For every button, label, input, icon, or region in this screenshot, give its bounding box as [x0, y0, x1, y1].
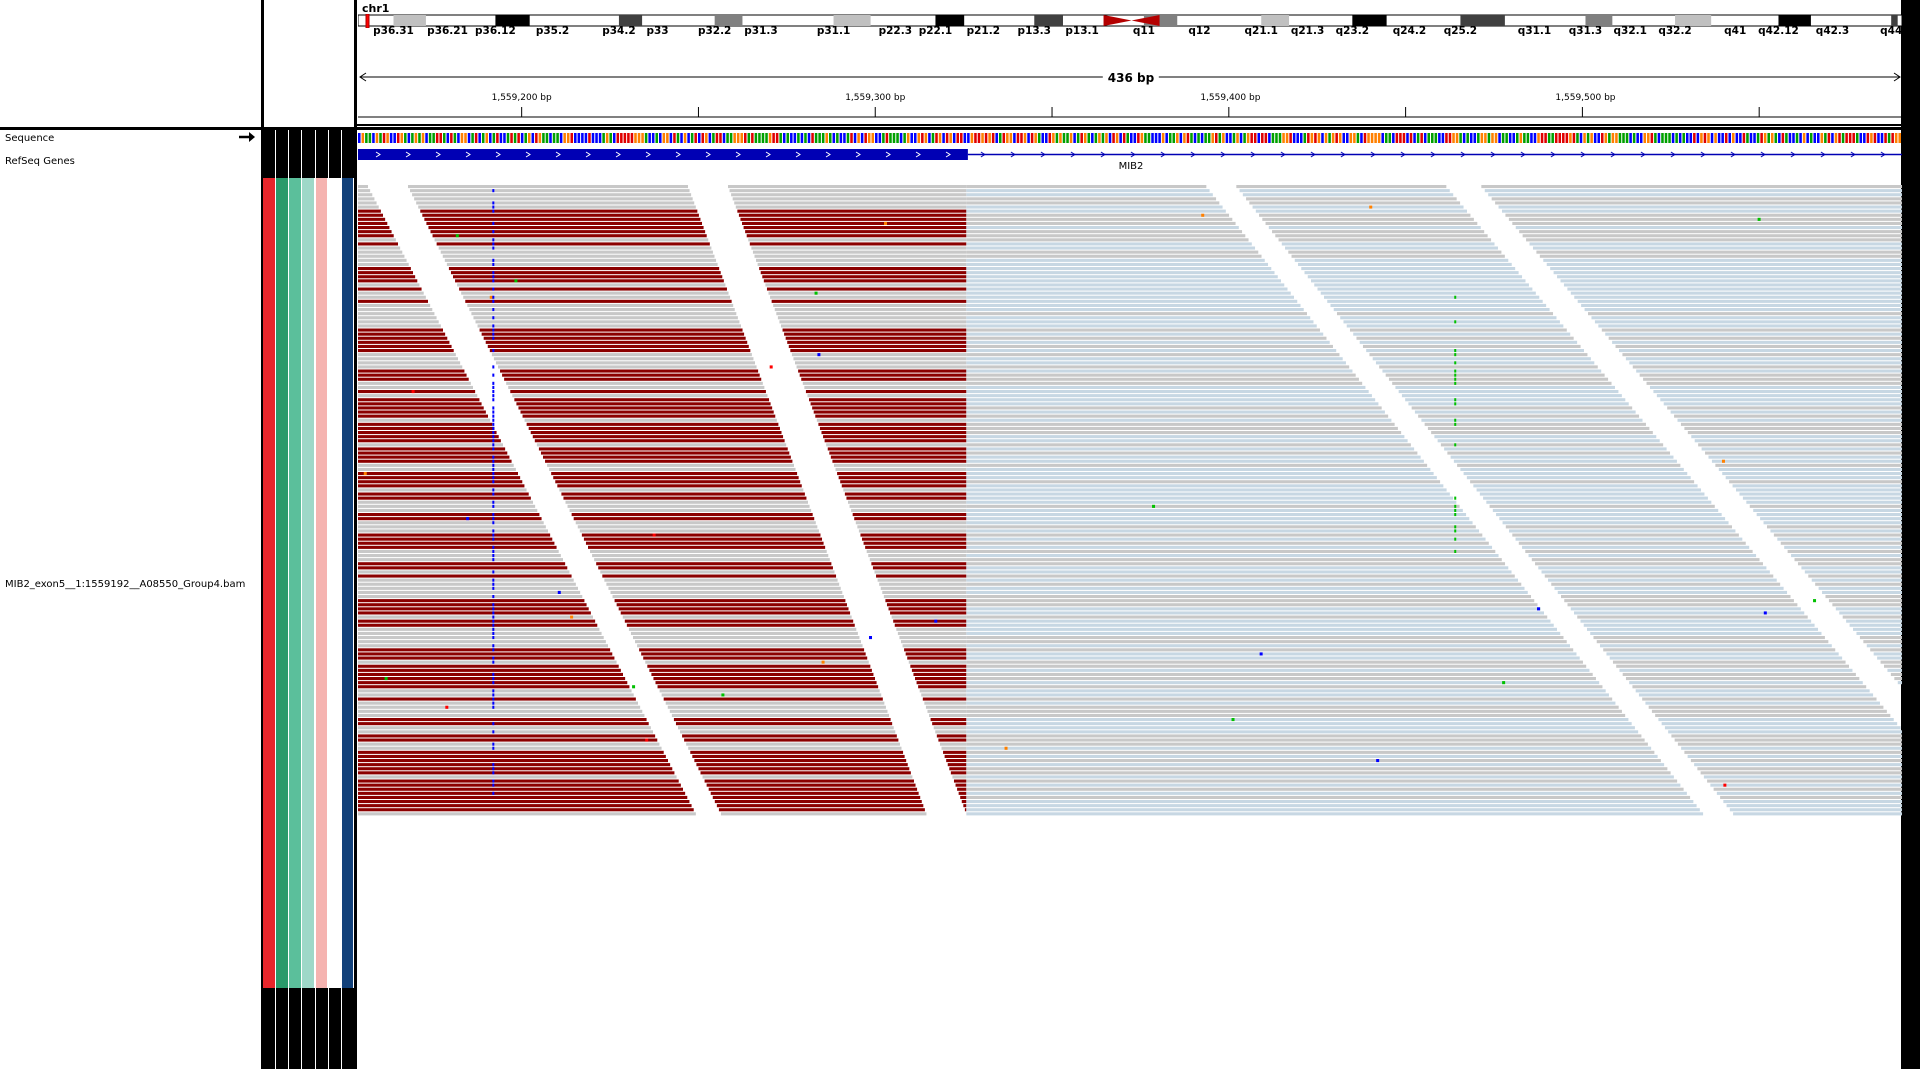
position-ruler[interactable] [358, 104, 1902, 118]
band-label: q32.1 [1613, 25, 1647, 37]
gene-name-label[interactable]: MIB2 [1119, 161, 1144, 172]
attribute-cell[interactable] [263, 178, 275, 988]
attribute-cell-divider [314, 988, 316, 1069]
band-label: p32.2 [697, 25, 732, 37]
attribute-cell-divider [327, 988, 329, 1069]
bam-track-name[interactable]: MIB2_exon5__1:1559192__A08550_Group4.bam [5, 579, 245, 590]
attribute-cell-divider [275, 130, 277, 178]
strand-arrow-icon[interactable] [238, 131, 256, 143]
band-label: p22.1 [918, 25, 953, 37]
attribute-cell-divider [288, 988, 290, 1069]
band-label: p21.2 [966, 25, 1001, 37]
band-label: q25.2 [1443, 25, 1478, 37]
sequence-track[interactable] [358, 132, 1902, 144]
attribute-cell-divider [275, 988, 277, 1069]
band-label: p33 [646, 25, 669, 37]
band-label: p13.1 [1065, 25, 1099, 37]
band-label: p36.31 [373, 25, 414, 37]
ruler-tick-label: 1,559,500 bp [1555, 93, 1616, 103]
attribute-cell-divider [314, 130, 316, 178]
band-label: p34.2 [602, 25, 636, 37]
band-label: q42.3 [1815, 25, 1850, 37]
attribute-cell-divider [301, 988, 303, 1069]
attribute-cell[interactable] [328, 178, 341, 988]
attribute-footer-cells [263, 988, 355, 1069]
attribute-cell-divider [301, 130, 303, 178]
span-length-label: 436 bp [1102, 71, 1160, 85]
band-label: p31.1 [816, 25, 851, 37]
alignment-track[interactable] [358, 185, 1902, 1015]
band-label: q41 [1724, 25, 1747, 37]
attribute-cell-divider [327, 130, 329, 178]
band-label: q31.3 [1568, 25, 1603, 37]
band-label: p22.3 [878, 25, 913, 37]
header-bottom-line [356, 124, 1904, 126]
vertical-scrollbar[interactable] [1904, 0, 1920, 1069]
band-label: q42.12 [1758, 25, 1799, 37]
band-label: p36.21 [427, 25, 468, 37]
band-label: q23.2 [1335, 25, 1370, 37]
attribute-cell[interactable] [289, 178, 301, 988]
band-label: p13.3 [1017, 25, 1051, 37]
band-label: q21.1 [1244, 25, 1278, 37]
attribute-cell-divider [340, 988, 342, 1069]
attribute-cell[interactable] [302, 178, 315, 988]
band-label: p36.12 [475, 25, 516, 37]
band-label: q11 [1132, 25, 1155, 37]
band-label: p31.3 [744, 25, 778, 37]
attribute-color-columns[interactable] [263, 178, 355, 988]
band-label: q21.3 [1290, 25, 1325, 37]
attribute-cell-divider [340, 130, 342, 178]
ruler-tick-label: 1,559,300 bp [845, 93, 906, 103]
band-label: p35.2 [535, 25, 570, 37]
attribute-cell[interactable] [315, 178, 328, 988]
refseq-track-name[interactable]: RefSeq Genes [5, 156, 75, 167]
ruler-tick-label: 1,559,200 bp [491, 93, 552, 103]
band-label: q31.1 [1517, 25, 1552, 37]
band-label: q44 [1880, 25, 1903, 37]
band-label: q32.2 [1658, 25, 1692, 37]
attribute-header-cells [263, 130, 355, 178]
ruler-tick-label: 1,559,400 bp [1200, 93, 1261, 103]
attribute-cell-divider [288, 130, 290, 178]
attribute-cell[interactable] [341, 178, 354, 988]
sequence-track-name[interactable]: Sequence [5, 133, 54, 144]
band-label: q24.2 [1392, 25, 1427, 37]
band-label: q12 [1188, 25, 1211, 37]
attribute-cell[interactable] [276, 178, 288, 988]
